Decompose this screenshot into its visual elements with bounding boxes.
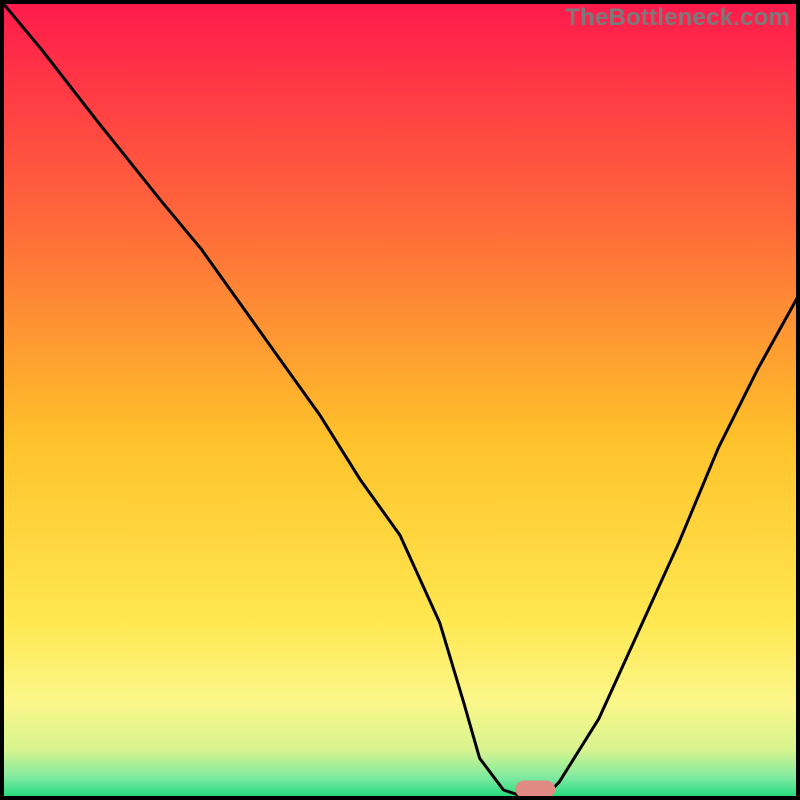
bottleneck-chart: TheBottleneck.com xyxy=(0,0,800,800)
plot-background xyxy=(2,2,798,798)
optimal-marker xyxy=(515,780,555,798)
watermark-text: TheBottleneck.com xyxy=(565,4,790,32)
chart-svg xyxy=(0,0,800,800)
